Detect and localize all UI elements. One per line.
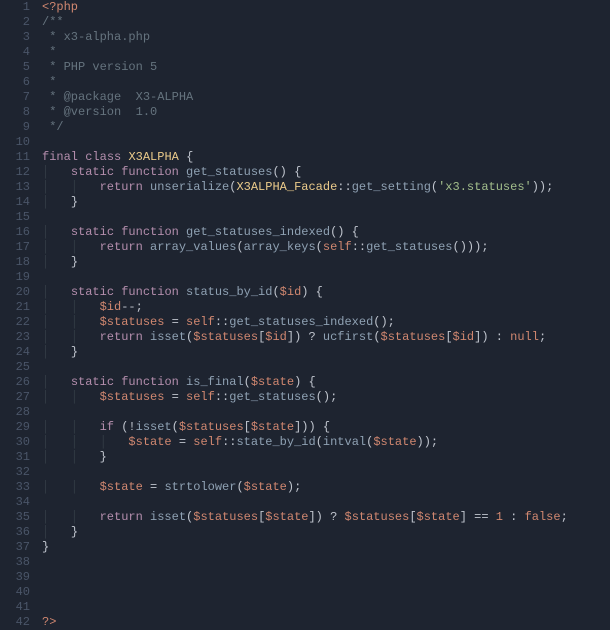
code-line[interactable]: │ │ return array_values(array_keys(self:… xyxy=(42,240,610,255)
code-line[interactable] xyxy=(42,270,610,285)
line-number: 27 xyxy=(6,390,30,405)
line-number: 21 xyxy=(6,300,30,315)
line-number: 32 xyxy=(6,465,30,480)
code-line[interactable]: │ } xyxy=(42,195,610,210)
code-line[interactable]: │ │ $state = strtolower($state); xyxy=(42,480,610,495)
line-number: 36 xyxy=(6,525,30,540)
line-number: 11 xyxy=(6,150,30,165)
code-line[interactable]: │ │ if (!isset($statuses[$state])) { xyxy=(42,420,610,435)
code-line[interactable]: │ } xyxy=(42,255,610,270)
code-line[interactable] xyxy=(42,570,610,585)
line-number: 31 xyxy=(6,450,30,465)
code-line[interactable] xyxy=(42,210,610,225)
code-line[interactable] xyxy=(42,555,610,570)
code-line[interactable]: │ static function get_statuses_indexed()… xyxy=(42,225,610,240)
line-number-gutter: 1234567891011121314151617181920212223242… xyxy=(0,0,38,629)
line-number: 35 xyxy=(6,510,30,525)
code-line[interactable]: * x3-alpha.php xyxy=(42,30,610,45)
line-number: 25 xyxy=(6,360,30,375)
code-line[interactable]: * @version 1.0 xyxy=(42,105,610,120)
line-number: 17 xyxy=(6,240,30,255)
code-line[interactable]: │ static function is_final($state) { xyxy=(42,375,610,390)
line-number: 38 xyxy=(6,555,30,570)
code-editor[interactable]: 1234567891011121314151617181920212223242… xyxy=(0,0,610,629)
line-number: 23 xyxy=(6,330,30,345)
line-number: 42 xyxy=(6,615,30,630)
line-number: 8 xyxy=(6,105,30,120)
code-line[interactable]: * @package X3-ALPHA xyxy=(42,90,610,105)
line-number: 14 xyxy=(6,195,30,210)
code-area[interactable]: <?php/** * x3-alpha.php * * PHP version … xyxy=(38,0,610,629)
line-number: 7 xyxy=(6,90,30,105)
code-line[interactable]: │ │ $id--; xyxy=(42,300,610,315)
code-line[interactable]: │ │ $statuses = self::get_statuses_index… xyxy=(42,315,610,330)
line-number: 1 xyxy=(6,0,30,15)
code-line[interactable] xyxy=(42,600,610,615)
line-number: 20 xyxy=(6,285,30,300)
line-number: 26 xyxy=(6,375,30,390)
line-number: 37 xyxy=(6,540,30,555)
line-number: 34 xyxy=(6,495,30,510)
line-number: 33 xyxy=(6,480,30,495)
code-line[interactable] xyxy=(42,465,610,480)
line-number: 41 xyxy=(6,600,30,615)
code-line[interactable]: * xyxy=(42,75,610,90)
code-line[interactable]: │ static function status_by_id($id) { xyxy=(42,285,610,300)
line-number: 29 xyxy=(6,420,30,435)
code-line[interactable]: │ │ $statuses = self::get_statuses(); xyxy=(42,390,610,405)
line-number: 30 xyxy=(6,435,30,450)
line-number: 40 xyxy=(6,585,30,600)
line-number: 24 xyxy=(6,345,30,360)
code-line[interactable]: │ } xyxy=(42,525,610,540)
code-line[interactable]: } xyxy=(42,540,610,555)
code-line[interactable]: │ │ return unserialize(X3ALPHA_Facade::g… xyxy=(42,180,610,195)
code-line[interactable] xyxy=(42,360,610,375)
code-line[interactable] xyxy=(42,585,610,600)
code-line[interactable]: │ │ return isset($statuses[$state]) ? $s… xyxy=(42,510,610,525)
line-number: 9 xyxy=(6,120,30,135)
code-line[interactable] xyxy=(42,495,610,510)
code-line[interactable]: │ } xyxy=(42,345,610,360)
line-number: 19 xyxy=(6,270,30,285)
line-number: 10 xyxy=(6,135,30,150)
code-line[interactable]: │ │ return isset($statuses[$id]) ? ucfir… xyxy=(42,330,610,345)
line-number: 39 xyxy=(6,570,30,585)
line-number: 5 xyxy=(6,60,30,75)
line-number: 12 xyxy=(6,165,30,180)
line-number: 13 xyxy=(6,180,30,195)
code-line[interactable] xyxy=(42,135,610,150)
line-number: 4 xyxy=(6,45,30,60)
line-number: 28 xyxy=(6,405,30,420)
line-number: 6 xyxy=(6,75,30,90)
code-line[interactable]: <?php xyxy=(42,0,610,15)
code-line[interactable]: * PHP version 5 xyxy=(42,60,610,75)
code-line[interactable]: │ │ │ $state = self::state_by_id(intval(… xyxy=(42,435,610,450)
code-line[interactable]: /** xyxy=(42,15,610,30)
line-number: 3 xyxy=(6,30,30,45)
code-line[interactable]: * xyxy=(42,45,610,60)
code-line[interactable]: │ static function get_statuses() { xyxy=(42,165,610,180)
code-line[interactable]: ?> xyxy=(42,615,610,630)
line-number: 16 xyxy=(6,225,30,240)
code-line[interactable]: │ │ } xyxy=(42,450,610,465)
line-number: 2 xyxy=(6,15,30,30)
line-number: 18 xyxy=(6,255,30,270)
code-line[interactable]: final class X3ALPHA { xyxy=(42,150,610,165)
line-number: 15 xyxy=(6,210,30,225)
code-line[interactable]: */ xyxy=(42,120,610,135)
line-number: 22 xyxy=(6,315,30,330)
code-line[interactable] xyxy=(42,405,610,420)
